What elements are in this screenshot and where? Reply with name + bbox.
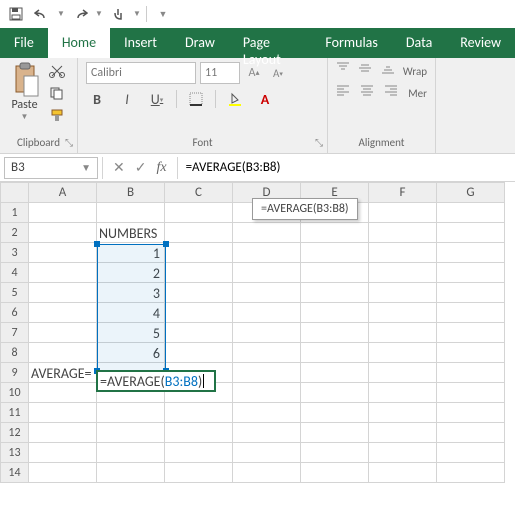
- cell-B3[interactable]: 1: [97, 243, 165, 263]
- cell-B7[interactable]: 5: [97, 323, 165, 343]
- tab-data[interactable]: Data: [392, 28, 446, 58]
- align-left-icon[interactable]: [336, 84, 354, 102]
- paste-label: Paste: [11, 98, 37, 112]
- cut-icon[interactable]: [45, 62, 69, 80]
- row-header[interactable]: 10: [1, 383, 29, 403]
- font-name-input[interactable]: [86, 62, 196, 84]
- cancel-icon[interactable]: ✕: [113, 159, 125, 176]
- font-color-icon[interactable]: A: [254, 88, 276, 110]
- redo-icon[interactable]: [68, 2, 92, 26]
- fill-color-icon[interactable]: [224, 88, 246, 110]
- select-all-corner[interactable]: [1, 183, 29, 203]
- col-header-G[interactable]: G: [437, 183, 505, 203]
- align-center-icon[interactable]: [360, 84, 378, 102]
- align-bottom-icon[interactable]: [381, 62, 397, 80]
- decrease-font-icon[interactable]: A▾: [268, 63, 288, 83]
- cell-A9[interactable]: AVERAGE=: [29, 363, 97, 383]
- bold-button[interactable]: B: [86, 88, 108, 110]
- undo-dropdown-icon[interactable]: ▼: [56, 2, 66, 26]
- font-launcher-icon[interactable]: ⤡: [315, 136, 323, 149]
- row-header[interactable]: 4: [1, 263, 29, 283]
- row-header[interactable]: 12: [1, 423, 29, 443]
- col-header-F[interactable]: F: [369, 183, 437, 203]
- row-header[interactable]: 2: [1, 223, 29, 243]
- align-right-icon[interactable]: [384, 84, 402, 102]
- cell-B5[interactable]: 3: [97, 283, 165, 303]
- row-header[interactable]: 1: [1, 203, 29, 223]
- touch-mode-icon[interactable]: [106, 2, 130, 26]
- underline-button[interactable]: U▾: [146, 88, 168, 110]
- cell-B6[interactable]: 4: [97, 303, 165, 323]
- tab-review[interactable]: Review: [446, 28, 515, 58]
- formula-suffix: ): [198, 373, 202, 390]
- touch-dropdown-icon[interactable]: ▼: [132, 2, 142, 26]
- row-header[interactable]: 7: [1, 323, 29, 343]
- row-header[interactable]: 3: [1, 243, 29, 263]
- formula-prefix: =AVERAGE(: [100, 373, 165, 390]
- cell[interactable]: [29, 223, 97, 243]
- quick-access-toolbar: ▼ ▼ ▼ ▼: [0, 0, 515, 28]
- copy-icon[interactable]: [45, 84, 69, 102]
- undo-icon[interactable]: [30, 2, 54, 26]
- cell[interactable]: [97, 203, 165, 223]
- cell[interactable]: [29, 203, 97, 223]
- tab-formulas[interactable]: Formulas: [311, 28, 391, 58]
- worksheet[interactable]: A B C D E F G 1 2NUMBERS 31 42 53 64 75 …: [0, 182, 515, 483]
- fx-icon[interactable]: fx: [156, 160, 166, 176]
- ribbon: Paste ▼ Clipboard⤡ A▴ A▾ B I U▾: [0, 58, 515, 154]
- cursor: [203, 374, 204, 388]
- clipboard-launcher-icon[interactable]: ⤡: [65, 136, 73, 149]
- customize-qat-icon[interactable]: ▼: [151, 2, 175, 26]
- enter-icon[interactable]: ✓: [135, 159, 147, 176]
- font-size-input[interactable]: [200, 62, 240, 84]
- tab-insert[interactable]: Insert: [110, 28, 171, 58]
- cell-B8[interactable]: 6: [97, 343, 165, 363]
- save-icon[interactable]: [4, 2, 28, 26]
- increase-font-icon[interactable]: A▴: [244, 63, 264, 83]
- group-font: A▴ A▾ B I U▾ A Font⤡: [78, 58, 328, 153]
- formula-bar-row: B3 ▼ ✕ ✓ fx: [0, 154, 515, 182]
- row-header[interactable]: 14: [1, 463, 29, 483]
- cell-B2[interactable]: NUMBERS: [97, 223, 165, 243]
- row-header[interactable]: 9: [1, 363, 29, 383]
- align-top-icon[interactable]: [336, 62, 352, 80]
- clipboard-label: Clipboard⤡: [8, 134, 69, 151]
- tab-file[interactable]: File: [0, 28, 48, 58]
- row-header[interactable]: 5: [1, 283, 29, 303]
- merge-button[interactable]: Mer: [408, 87, 427, 100]
- formula-input[interactable]: [178, 157, 515, 179]
- align-middle-icon[interactable]: [358, 62, 374, 80]
- ribbon-tabs: File Home Insert Draw Page Layout Formul…: [0, 28, 515, 58]
- paste-button[interactable]: Paste ▼: [8, 62, 41, 124]
- cell-B4[interactable]: 2: [97, 263, 165, 283]
- formula-tooltip: =AVERAGE(B3:B8): [252, 198, 358, 220]
- name-box-dropdown-icon[interactable]: ▼: [81, 161, 91, 174]
- border-icon[interactable]: [185, 88, 207, 110]
- italic-button[interactable]: I: [116, 88, 138, 110]
- qat-separator: [146, 6, 147, 22]
- row-header[interactable]: 11: [1, 403, 29, 423]
- tab-page-layout[interactable]: Page Layout: [229, 28, 312, 58]
- wrap-text-button[interactable]: Wrap: [403, 65, 427, 78]
- name-box[interactable]: B3 ▼: [4, 157, 98, 179]
- name-box-value: B3: [11, 160, 25, 175]
- alignment-label: Alignment: [336, 134, 427, 151]
- col-header-B[interactable]: B: [97, 183, 165, 203]
- row-header[interactable]: 13: [1, 443, 29, 463]
- formula-ref: B3:B8: [165, 373, 198, 390]
- group-clipboard: Paste ▼ Clipboard⤡: [0, 58, 78, 153]
- tab-home[interactable]: Home: [48, 28, 110, 58]
- font-label: Font⤡: [86, 134, 319, 151]
- redo-dropdown-icon[interactable]: ▼: [94, 2, 104, 26]
- row-header[interactable]: 8: [1, 343, 29, 363]
- col-header-A[interactable]: A: [29, 183, 97, 203]
- grid[interactable]: A B C D E F G 1 2NUMBERS 31 42 53 64 75 …: [0, 182, 505, 483]
- row-header[interactable]: 6: [1, 303, 29, 323]
- format-painter-icon[interactable]: [45, 106, 69, 124]
- tab-draw[interactable]: Draw: [171, 28, 229, 58]
- editing-cell[interactable]: =AVERAGE(B3:B8): [96, 370, 216, 392]
- group-alignment: Wrap Mer Alignment: [328, 58, 436, 153]
- col-header-C[interactable]: C: [165, 183, 233, 203]
